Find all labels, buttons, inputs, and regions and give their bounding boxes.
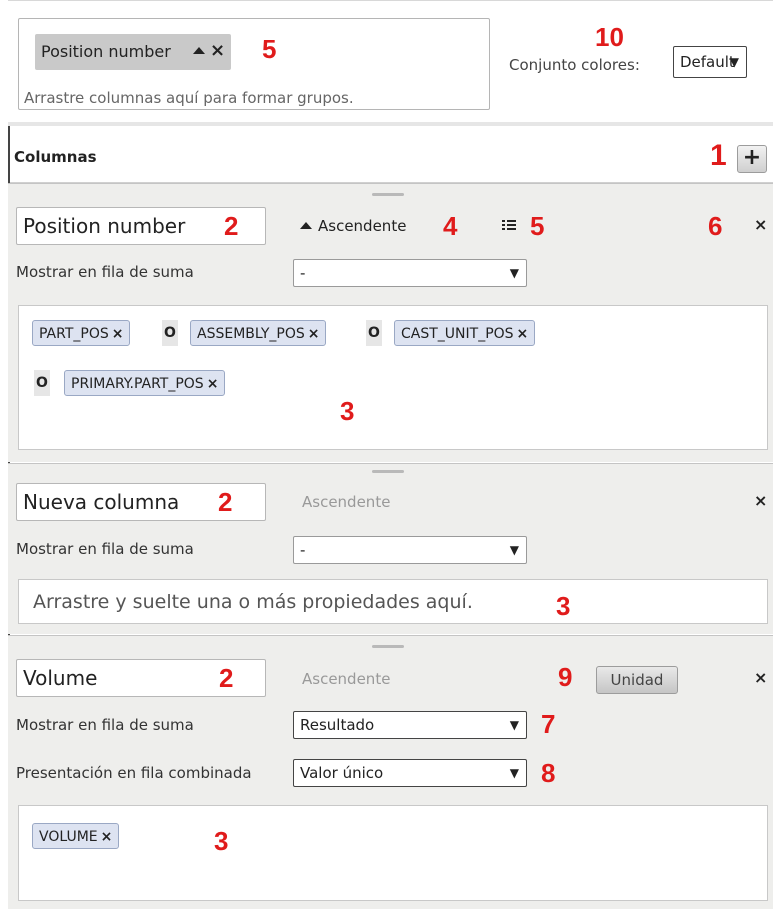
separator: [8, 122, 773, 126]
sum-row-label: Mostrar en fila de suma: [16, 716, 194, 734]
drag-handle[interactable]: [372, 645, 404, 648]
chevron-down-icon: ▼: [729, 55, 739, 69]
remove-property-icon[interactable]: ×: [101, 829, 113, 845]
sum-row-label: Mostrar en fila de suma: [16, 263, 194, 281]
callout-7: 7: [541, 709, 556, 739]
chevron-down-icon: ▼: [509, 266, 519, 280]
columns-header: Columnas: [10, 128, 773, 183]
callout-5-top: 5: [262, 34, 277, 64]
property-chip-label: PART_POS: [39, 326, 109, 342]
color-set-dropdown[interactable]: Default ▼: [673, 46, 747, 78]
remove-property-icon[interactable]: ×: [517, 326, 529, 342]
remove-column-icon[interactable]: ×: [754, 668, 767, 687]
dropzone-hint: Arrastre y suelte una o más propiedades …: [33, 591, 473, 613]
sum-row-dropdown[interactable]: Resultado ▼: [293, 711, 527, 739]
sum-row-value: Resultado: [300, 716, 375, 734]
sort-label[interactable]: Ascendente: [318, 217, 406, 235]
grouping-hint: Arrastre columnas aquí para formar grupo…: [24, 89, 354, 107]
callout-8: 8: [541, 758, 556, 788]
drag-handle[interactable]: [372, 193, 404, 196]
sort-label[interactable]: Ascendente: [302, 670, 390, 688]
sort-label[interactable]: Ascendente: [302, 493, 390, 511]
column-name-value: Volume: [23, 666, 98, 690]
property-chip-part-pos[interactable]: PART_POS ×: [32, 320, 131, 346]
sum-row-label: Mostrar en fila de suma: [16, 540, 194, 558]
unit-button-label: Unidad: [610, 671, 664, 689]
callout-2: 2: [219, 663, 234, 693]
remove-property-icon[interactable]: ×: [207, 376, 219, 392]
add-column-button[interactable]: +: [737, 145, 767, 173]
combined-row-label: Presentación en fila combinada: [16, 764, 252, 782]
chevron-down-icon: ▼: [509, 766, 519, 780]
sum-row-value: -: [300, 541, 306, 559]
group-chip-position-number[interactable]: Position number ×: [35, 34, 231, 70]
or-separator: O: [34, 370, 50, 396]
drag-handle[interactable]: [372, 470, 404, 473]
callout-10: 10: [595, 22, 624, 52]
property-chip-label: ASSEMBLY_POS: [197, 326, 305, 342]
group-chip-label: Position number: [41, 42, 171, 61]
combined-row-value: Valor único: [300, 764, 384, 782]
callout-9: 9: [558, 662, 573, 692]
property-chip-label: CAST_UNIT_POS: [401, 326, 514, 342]
color-set-value: Default: [680, 53, 735, 71]
column-name-value: Nueva columna: [23, 490, 180, 514]
remove-property-icon[interactable]: ×: [308, 326, 320, 342]
property-chip-label: PRIMARY.PART_POS: [71, 376, 204, 392]
column-name-value: Position number: [23, 214, 186, 238]
property-chip-primary-part-pos[interactable]: PRIMARY.PART_POS ×: [64, 370, 226, 396]
callout-6: 6: [708, 211, 723, 241]
unit-button[interactable]: Unidad: [596, 666, 678, 694]
callout-2: 2: [224, 211, 239, 241]
callout-2: 2: [218, 487, 233, 517]
group-chip-remove-icon[interactable]: ×: [210, 40, 225, 61]
callout-3: 3: [340, 396, 355, 426]
property-chip-label: VOLUME: [39, 829, 98, 845]
plus-icon: +: [742, 145, 762, 170]
callout-3: 3: [556, 591, 571, 621]
remove-column-icon[interactable]: ×: [754, 491, 767, 510]
callout-3: 3: [214, 826, 229, 856]
columns-title: Columnas: [14, 148, 97, 166]
sum-row-dropdown[interactable]: - ▼: [293, 259, 527, 287]
chevron-down-icon: ▼: [509, 543, 519, 557]
sum-row-value: -: [300, 264, 306, 282]
chevron-down-icon: ▼: [509, 718, 519, 732]
sort-ascending-icon[interactable]: [193, 47, 205, 54]
callout-1: 1: [710, 139, 727, 172]
or-separator: O: [162, 320, 178, 346]
or-separator: O: [366, 320, 382, 346]
sum-row-dropdown[interactable]: - ▼: [293, 536, 527, 564]
remove-property-icon[interactable]: ×: [112, 326, 124, 342]
property-chip-assembly-pos[interactable]: ASSEMBLY_POS ×: [190, 320, 327, 346]
callout-4: 4: [443, 211, 458, 241]
property-dropzone[interactable]: [18, 805, 768, 901]
remove-column-icon[interactable]: ×: [754, 215, 767, 234]
list-options-icon[interactable]: [502, 220, 516, 230]
property-dropzone[interactable]: Arrastre y suelte una o más propiedades …: [18, 579, 768, 624]
property-chip-cast-unit-pos[interactable]: CAST_UNIT_POS ×: [394, 320, 536, 346]
sort-ascending-icon[interactable]: [300, 222, 312, 229]
callout-5: 5: [530, 211, 545, 241]
property-chip-volume[interactable]: VOLUME ×: [32, 823, 120, 849]
top-frame-line: [8, 0, 773, 1]
combined-row-dropdown[interactable]: Valor único ▼: [293, 759, 527, 787]
color-set-label: Conjunto colores:: [509, 56, 640, 74]
